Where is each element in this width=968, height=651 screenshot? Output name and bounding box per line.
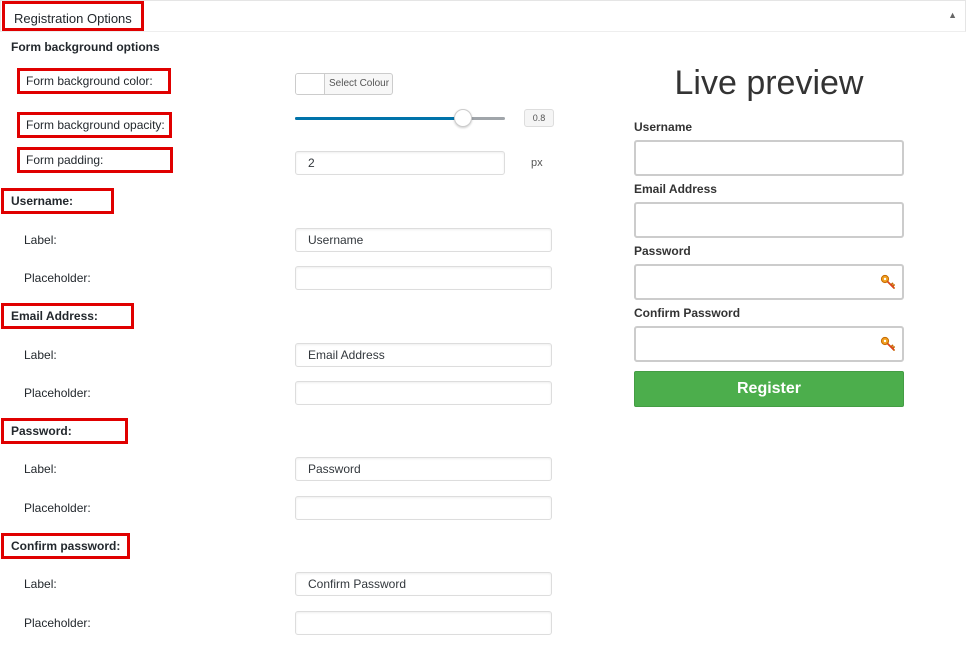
panel-title: Registration Options [2,1,144,31]
panel-header: Registration Options ▲ [0,0,966,32]
form-bg-opacity-label: Form background opacity: [17,112,172,138]
confirm-label-text: Label: [24,577,57,591]
live-preview-title: Live preview [674,64,864,102]
opacity-value: 0.8 [524,109,554,127]
section-title: Form background options [11,40,160,54]
email-label-input[interactable]: Email Address [295,343,552,367]
register-button[interactable]: Register [634,371,904,407]
password-label-text: Label: [24,462,57,476]
opacity-slider-fill [295,117,463,120]
preview-password-label: Password [634,244,691,258]
padding-input[interactable]: 2 [295,151,505,175]
opacity-slider-handle[interactable] [454,109,472,127]
email-section-title: Email Address: [1,303,134,329]
preview-username-input[interactable] [634,140,904,176]
password-section-title: Password: [1,418,128,444]
username-label-input[interactable]: Username [295,228,552,252]
confirm-password-section-title: Confirm password: [1,533,130,559]
confirm-label-input[interactable]: Confirm Password [295,572,552,596]
select-colour-button[interactable]: Select Colour [295,73,393,95]
confirm-placeholder-input[interactable] [295,611,552,635]
email-label-text: Label: [24,348,57,362]
password-label-input[interactable]: Password [295,457,552,481]
username-label-text: Label: [24,233,57,247]
username-section-title: Username: [1,188,114,214]
key-icon[interactable] [880,274,896,290]
form-padding-label: Form padding: [17,147,173,173]
select-colour-label: Select Colour [329,78,390,89]
colour-swatch [296,74,325,94]
preview-password-input[interactable] [634,264,904,300]
form-bg-color-label: Form background color: [17,68,171,94]
email-placeholder-text: Placeholder: [24,386,91,400]
preview-email-label: Email Address [634,182,717,196]
preview-confirm-label: Confirm Password [634,306,741,320]
username-placeholder-text: Placeholder: [24,271,91,285]
password-placeholder-input[interactable] [295,496,552,520]
opacity-slider[interactable] [295,109,505,127]
password-placeholder-text: Placeholder: [24,501,91,515]
preview-username-label: Username [634,120,693,134]
triangle-up-icon[interactable]: ▲ [948,10,957,20]
preview-email-input[interactable] [634,202,904,238]
preview-confirm-input[interactable] [634,326,904,362]
padding-unit: px [531,157,543,169]
email-placeholder-input[interactable] [295,381,552,405]
confirm-placeholder-text: Placeholder: [24,616,91,630]
key-icon[interactable] [880,336,896,352]
username-placeholder-input[interactable] [295,266,552,290]
